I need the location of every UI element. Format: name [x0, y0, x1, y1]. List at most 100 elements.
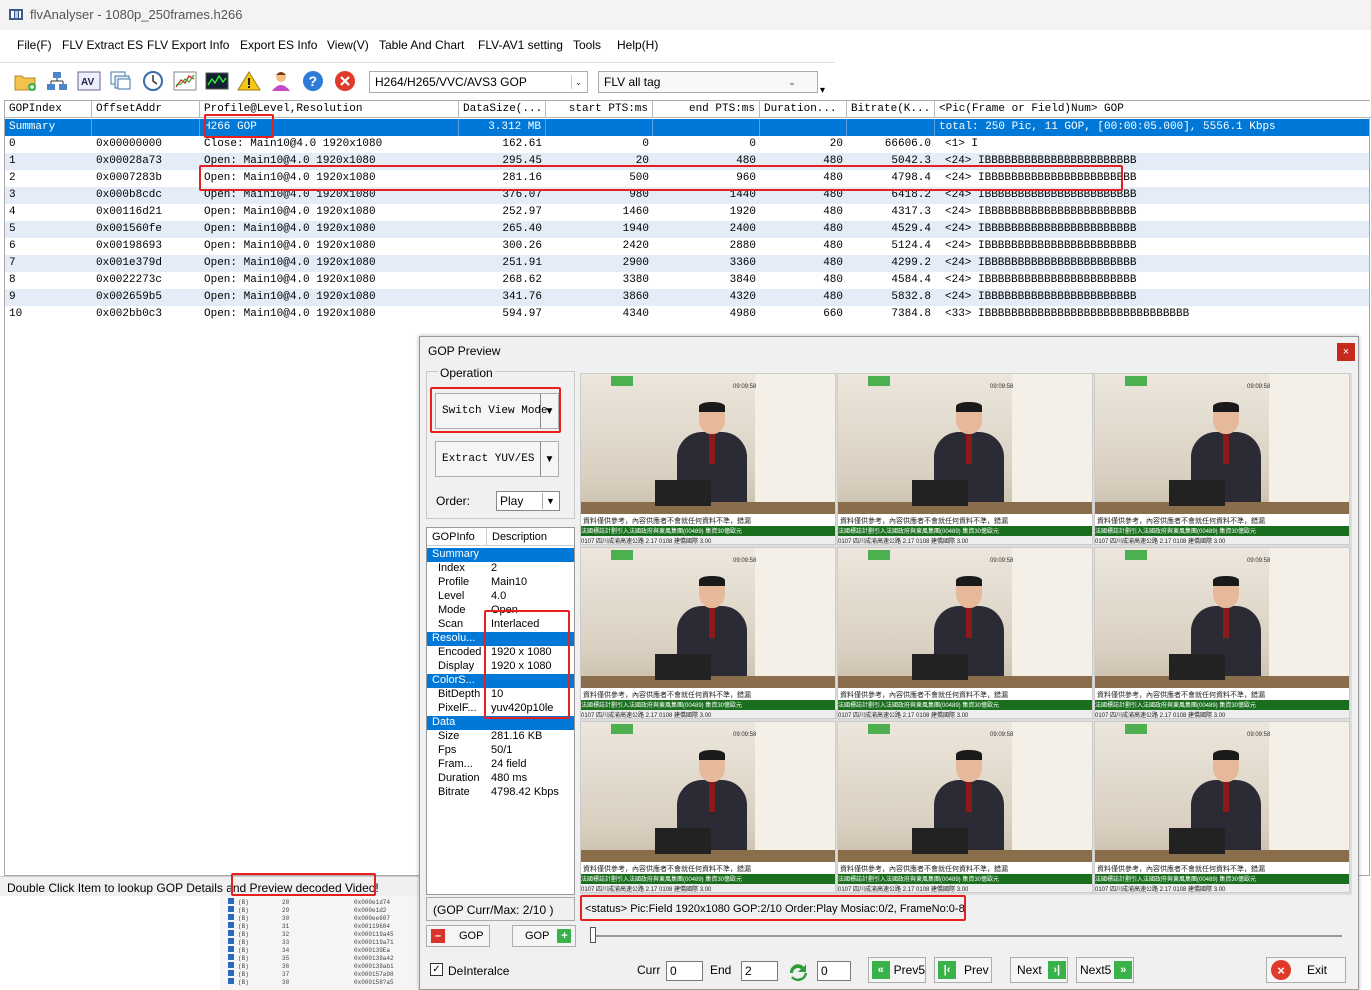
info-row[interactable]: Profile Main10 — [427, 576, 574, 590]
cell-profile: Open: Main10@4.0 1920x1080 — [204, 223, 376, 235]
col-start-pts[interactable]: start PTS:ms — [546, 101, 653, 118]
clock-icon[interactable] — [140, 68, 166, 94]
menu-tools[interactable]: Tools — [573, 38, 601, 52]
user-icon[interactable] — [268, 68, 294, 94]
info-row[interactable]: Display 1920 x 1080 — [427, 660, 574, 674]
next5-button[interactable]: Next5 » — [1076, 957, 1134, 983]
dropdown-arrow-icon[interactable]: ▼ — [540, 442, 558, 476]
toolbar-overflow-icon[interactable]: ▾ — [820, 85, 825, 96]
info-row[interactable]: Scan Interlaced — [427, 618, 574, 632]
gop-next-button[interactable]: GOP + — [512, 925, 576, 947]
av-icon[interactable]: AV — [76, 68, 102, 94]
info-row[interactable]: PixelF... yuv420p10le — [427, 702, 574, 716]
table-row[interactable]: 5 0x001560fe Open: Main10@4.0 1920x1080 265… — [5, 221, 1369, 238]
list-num: 37 — [282, 971, 290, 978]
col-gop[interactable]: <Pic(Frame or Field)Num> GOP — [935, 101, 1371, 118]
info-row[interactable]: Fram... 24 field — [427, 758, 574, 772]
table-row[interactable]: 4 0x00116d21 Open: Main10@4.0 1920x1080 252… — [5, 204, 1369, 221]
gop-type-combo[interactable]: H264/H265/VVC/AVS3 GOP ⌄ — [369, 71, 588, 93]
video-frame-thumbnail[interactable]: 09:09:58 資料僅供參考，內容供應者不會就任何資料不準，錯漏 法國標誌計劃引入… — [837, 373, 1093, 545]
col-offset[interactable]: OffsetAddr — [92, 101, 200, 118]
exit-button[interactable]: × Exit — [1266, 957, 1346, 983]
table-row[interactable]: 9 0x002659b5 Open: Main10@4.0 1920x1080 341… — [5, 289, 1369, 306]
info-row[interactable]: Index 2 — [427, 562, 574, 576]
extract-yuv-es-button[interactable]: Extract YUV/ES ▼ — [435, 441, 559, 477]
cell-gop: <24> IBBBBBBBBBBBBBBBBBBBBBBB — [945, 223, 1137, 235]
video-frame-thumbnail[interactable]: 09:09:58 資料僅供參考，內容供應者不會就任何資料不準，錯漏 法國標誌計劃引入… — [580, 721, 836, 893]
col-gopindex[interactable]: GOPIndex — [5, 101, 92, 118]
info-row[interactable]: Duration 480 ms — [427, 772, 574, 786]
info-row[interactable]: Encoded 1920 x 1080 — [427, 646, 574, 660]
video-frame-thumbnail[interactable]: 09:09:58 資料僅供參考，內容供應者不會就任何資料不準，錯漏 法國標誌計劃引入… — [837, 547, 1093, 719]
col-bitrate[interactable]: Bitrate(K... — [847, 101, 935, 118]
table-row[interactable]: 2 0x0007283b Open: Main10@4.0 1920x1080 281… — [5, 170, 1369, 187]
table-row[interactable]: 3 0x000b8cdc Open: Main10@4.0 1920x1080 376… — [5, 187, 1369, 204]
close-icon[interactable]: × — [1337, 343, 1355, 361]
flv-tag-value: FLV all tag — [604, 75, 661, 89]
video-frame-thumbnail[interactable]: 09:09:58 資料僅供參考，內容供應者不會就任何資料不準，錯漏 法國標誌計劃引入… — [1094, 721, 1350, 893]
menu-file[interactable]: File(F) — [17, 38, 52, 52]
windows-icon[interactable] — [108, 68, 134, 94]
prev-button[interactable]: |‹ Prev — [934, 957, 992, 983]
close-red-icon[interactable] — [332, 68, 358, 94]
slider-thumb[interactable] — [590, 927, 596, 943]
table-row[interactable]: 7 0x001e379d Open: Main10@4.0 1920x1080 251… — [5, 255, 1369, 272]
video-frame-thumbnail[interactable]: 09:09:58 資料僅供參考，內容供應者不會就任何資料不準，錯漏 法國標誌計劃引入… — [580, 547, 836, 719]
deinterlace-checkbox[interactable]: ✓ — [430, 963, 443, 976]
flv-tag-combo[interactable]: FLV all tag ⌄ — [598, 71, 818, 93]
chevron-down-icon: ▼ — [542, 493, 558, 509]
menu-flv-extract-es[interactable]: FLV Extract ES — [62, 38, 143, 52]
menu-flv-export-info[interactable]: FLV Export Info — [147, 38, 229, 52]
col-profile[interactable]: Profile@Level,Resolution — [200, 101, 459, 118]
info-row[interactable]: Mode Open — [427, 604, 574, 618]
summary-row[interactable]: Summary H266 GOP 3.312 MB total: 250 Pic… — [5, 119, 1369, 136]
table-row[interactable]: 1 0x00028a73 Open: Main10@4.0 1920x1080 295… — [5, 153, 1369, 170]
prev5-button[interactable]: « Prev5 — [868, 957, 926, 983]
goto-icon[interactable] — [786, 959, 810, 983]
video-frame-thumbnail[interactable]: 09:09:58 資料僅供參考，內容供應者不會就任何資料不準，錯漏 法國標誌計劃引入… — [1094, 373, 1350, 545]
menu-table-and-chart[interactable]: Table And Chart — [379, 38, 464, 52]
menu-help[interactable]: Help(H) — [617, 38, 658, 52]
col-datasize[interactable]: DataSize(... — [459, 101, 546, 118]
open-folder-icon[interactable] — [12, 68, 38, 94]
info-row[interactable]: BitDepth 10 — [427, 688, 574, 702]
frame-mosaic[interactable]: 09:09:58 資料僅供參考，內容供應者不會就任何資料不準，錯漏 法國標誌計劃引入… — [580, 373, 1352, 895]
help-icon[interactable]: ? — [300, 68, 326, 94]
table-row[interactable]: 8 0x0022273c Open: Main10@4.0 1920x1080 268… — [5, 272, 1369, 289]
col-description[interactable]: Description — [487, 528, 574, 546]
line-chart-icon[interactable] — [172, 68, 198, 94]
dropdown-arrow-icon[interactable]: ▼ — [540, 394, 558, 428]
col-gopinfo[interactable]: GOPInfo — [427, 528, 487, 546]
gop-prev-button[interactable]: – GOP — [426, 925, 490, 947]
video-frame-thumbnail[interactable]: 09:09:58 資料僅供參考，內容供應者不會就任何資料不準，錯漏 法國標誌計劃引入… — [837, 721, 1093, 893]
bitrate-monitor-icon[interactable] — [204, 68, 230, 94]
info-section[interactable]: ColorS... — [427, 674, 574, 688]
menu-flv-av1-setting[interactable]: FLV-AV1 setting — [478, 38, 563, 52]
end-input[interactable]: 2 — [741, 961, 778, 981]
info-section[interactable]: Data — [427, 716, 574, 730]
info-row[interactable]: Level 4.0 — [427, 590, 574, 604]
info-section[interactable]: Resolu... — [427, 632, 574, 646]
switch-view-mode-button[interactable]: Switch View Mode ▼ — [435, 393, 559, 429]
warning-icon[interactable] — [236, 68, 262, 94]
col-end-pts[interactable]: end PTS:ms — [653, 101, 760, 118]
cell-bitrate: 7384.8 — [891, 308, 931, 320]
table-row[interactable]: 6 0x00198693 Open: Main10@4.0 1920x1080 300… — [5, 238, 1369, 255]
curr-input[interactable]: 0 — [666, 961, 703, 981]
video-frame-thumbnail[interactable]: 09:09:58 資料僅供參考，內容供應者不會就任何資料不準，錯漏 法國標誌計劃引入… — [1094, 547, 1350, 719]
frame-slider[interactable] — [582, 925, 1352, 947]
next-button[interactable]: Next ›| — [1010, 957, 1068, 983]
col-duration[interactable]: Duration... — [760, 101, 847, 118]
goto-input[interactable]: 0 — [817, 961, 851, 981]
info-row[interactable]: Bitrate 4798.42 Kbps — [427, 786, 574, 800]
info-section[interactable]: Summary — [427, 548, 574, 562]
order-select[interactable]: Play ▼ — [496, 491, 560, 511]
network-icon[interactable] — [44, 68, 70, 94]
menu-view[interactable]: View(V) — [327, 38, 369, 52]
table-row[interactable]: 0 0x00000000 Close: Main10@4.0 1920x1080 16… — [5, 136, 1369, 153]
menu-export-es-info[interactable]: Export ES Info — [240, 38, 317, 52]
info-row[interactable]: Size 281.16 KB — [427, 730, 574, 744]
video-frame-thumbnail[interactable]: 09:09:58 資料僅供參考，內容供應者不會就任何資料不準，錯漏 法國標誌計劃引入… — [580, 373, 836, 545]
info-row[interactable]: Fps 50/1 — [427, 744, 574, 758]
table-row[interactable]: 10 0x002bb0c3 Open: Main10@4.0 1920x1080 59… — [5, 306, 1369, 323]
